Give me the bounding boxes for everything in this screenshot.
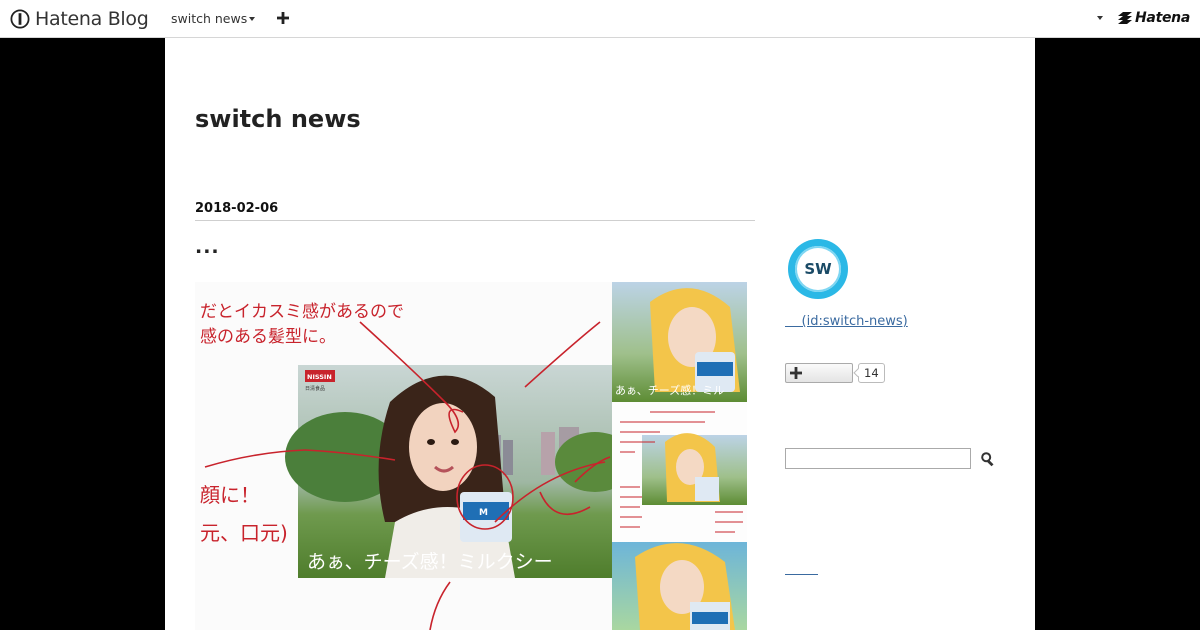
hatena-mark-icon	[1118, 12, 1132, 24]
star-widget: 14	[785, 363, 885, 383]
blog-search-input[interactable]	[785, 448, 971, 469]
nissin-logo-text: NISSIN	[307, 373, 332, 381]
blog-content-area: switch news 2018-02-06 ... M NISSIN 日清食品…	[165, 38, 1035, 630]
svg-text:M: M	[479, 508, 488, 518]
add-icon[interactable]	[276, 11, 290, 25]
ad-copy-small-text: あぁ、チーズ感！ミル	[615, 383, 724, 397]
entry-image[interactable]: M NISSIN 日清食品 あぁ、チーズ感！ミルクシー あぁ、チーズ感！ミル だ…	[195, 282, 747, 630]
handwriting-left-text: 顔に！	[200, 483, 260, 507]
sidebar-link[interactable]	[785, 574, 818, 575]
ad-copy-text: あぁ、チーズ感！ミルクシー	[307, 551, 553, 573]
top-navigation-bar: Hatena Blog switch news Hatena	[0, 0, 1200, 38]
plus-icon	[790, 367, 802, 379]
entry-header-divider	[195, 220, 755, 221]
hatena-blog-logo-icon	[10, 9, 30, 29]
blog-title[interactable]: switch news	[195, 105, 361, 133]
nissin-small-text: 日清食品	[305, 385, 325, 392]
handwriting-top2-text: 感のある髪型に。	[200, 327, 336, 347]
user-menu-chevron-down-icon[interactable]	[1097, 16, 1103, 20]
entry-date[interactable]: 2018-02-06	[195, 201, 278, 216]
hatena-blog-brand[interactable]: Hatena Blog	[10, 7, 149, 31]
blog-selector-dropdown[interactable]: switch news	[171, 11, 256, 26]
entry-image-collage: M NISSIN 日清食品 あぁ、チーズ感！ミルクシー あぁ、チーズ感！ミル だ…	[200, 282, 747, 630]
handwriting-left2-text: 元、口元)	[200, 521, 288, 545]
profile-avatar[interactable]: SW	[788, 239, 848, 299]
hatena-logo[interactable]: Hatena	[1117, 10, 1190, 26]
star-count-badge[interactable]: 14	[858, 363, 885, 383]
search-icon[interactable]	[980, 451, 996, 467]
blog-selector-label: switch news	[171, 11, 248, 26]
add-star-button[interactable]	[785, 363, 853, 383]
hatena-logo-text: Hatena	[1135, 10, 1190, 26]
handwriting-top-text: だとイカスミ感があるので	[200, 302, 404, 322]
brand-name: Hatena Blog	[35, 8, 149, 30]
profile-id-link[interactable]: (id:switch-news)	[785, 314, 908, 329]
avatar-initials: SW	[795, 246, 841, 292]
entry-title[interactable]: ...	[195, 236, 220, 258]
chevron-down-icon	[249, 16, 256, 21]
